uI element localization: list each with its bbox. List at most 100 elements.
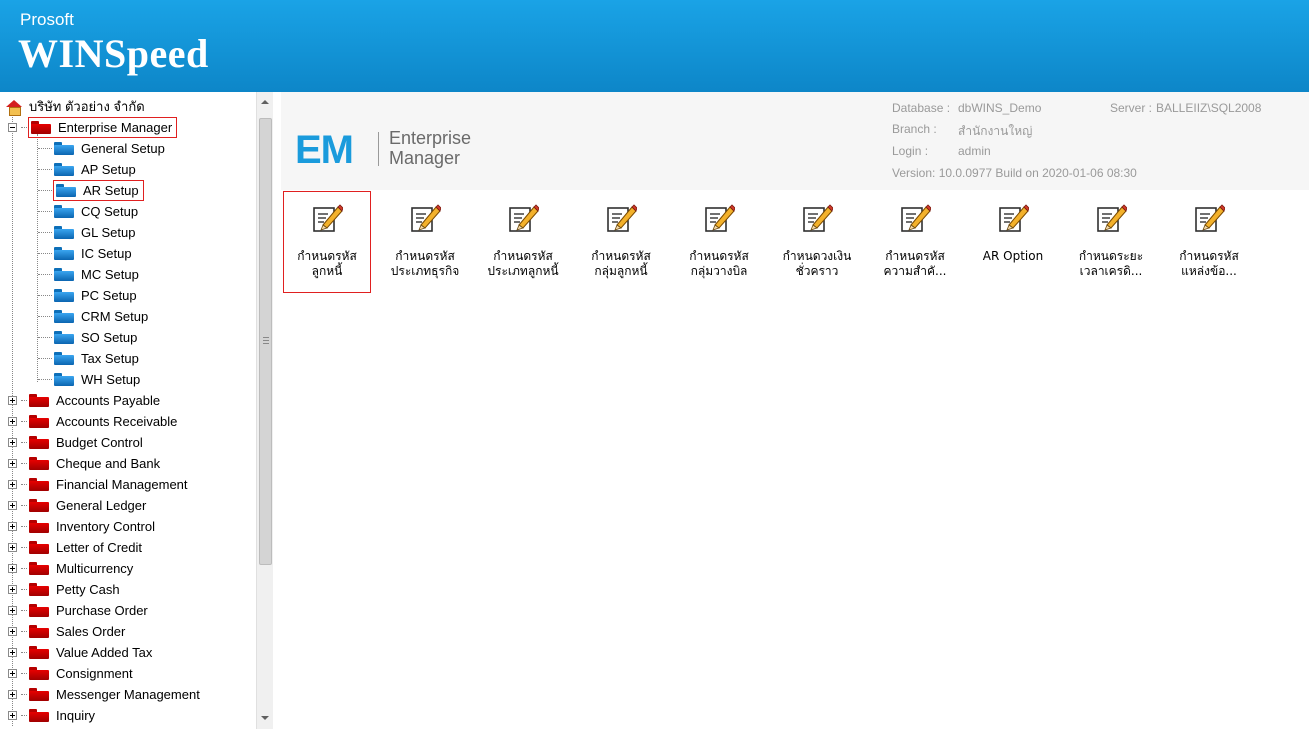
setup-tile[interactable]: กำหนดรหัส กลุ่มวางบิล	[676, 192, 762, 292]
tree-item-setup[interactable]: AP Setup	[38, 159, 139, 180]
expand-icon[interactable]	[8, 543, 17, 552]
tree-node-module[interactable]: Consignment	[8, 663, 136, 684]
selection-highlight: AR Setup	[53, 180, 144, 201]
expand-icon[interactable]	[8, 522, 17, 531]
expand-icon[interactable]	[8, 396, 17, 405]
tree-item-setup[interactable]: IC Setup	[38, 243, 135, 264]
expand-icon[interactable]	[8, 648, 17, 657]
tree-node-module[interactable]: Budget Control	[8, 432, 146, 453]
expand-icon[interactable]	[8, 606, 17, 615]
tile-label-line2: กลุ่มวางบิล	[690, 264, 748, 278]
tree-item-setup[interactable]: Tax Setup	[38, 348, 142, 369]
tree-node-label: Messenger Management	[56, 687, 200, 702]
setup-tile[interactable]: กำหนดรหัส ประเภทลูกหนี้	[480, 192, 566, 292]
tree-connector	[21, 694, 27, 695]
tree-node-label: Purchase Order	[56, 603, 148, 618]
tile-label-line1: กำหนดรหัส	[885, 249, 945, 263]
database-label: Database :	[892, 101, 951, 115]
tree-item-setup[interactable]: GL Setup	[38, 222, 138, 243]
tree-node-module[interactable]: Inventory Control	[8, 516, 158, 537]
expand-icon[interactable]	[8, 480, 17, 489]
expand-icon[interactable]	[8, 669, 17, 678]
setup-tile[interactable]: กำหนดรหัส แหล่งข้อ...	[1166, 192, 1252, 292]
collapse-icon[interactable]	[8, 123, 17, 132]
tree-node-enterprise-manager[interactable]: Enterprise Manager	[8, 117, 178, 138]
edit-document-pencil-icon	[1193, 202, 1226, 234]
folder-icon	[29, 688, 49, 701]
folder-icon	[54, 205, 74, 218]
tree-node-module[interactable]: Accounts Payable	[8, 390, 163, 411]
database-value: dbWINS_Demo	[958, 101, 1042, 115]
tree-item-setup[interactable]: MC Setup	[38, 264, 142, 285]
tree-node-module[interactable]: Purchase Order	[8, 600, 151, 621]
module-title-line1: Enterprise	[389, 128, 472, 148]
folder-icon	[29, 457, 49, 470]
tree-node-module[interactable]: Inquiry	[8, 705, 98, 726]
tree-connector	[21, 715, 27, 716]
tree-node-module[interactable]: Multicurrency	[8, 558, 136, 579]
tile-label: กำหนดรหัส แหล่งข้อ...	[1166, 249, 1252, 279]
expand-icon[interactable]	[8, 627, 17, 636]
tile-label: กำหนดรหัส กลุ่มลูกหนี้	[578, 249, 664, 279]
tree-node-module[interactable]: Petty Cash	[8, 579, 123, 600]
expand-icon[interactable]	[8, 501, 17, 510]
tile-label-line2: ความสำคั...	[883, 264, 947, 278]
edit-document-pencil-icon	[997, 202, 1030, 234]
tree-connector	[38, 295, 52, 296]
tree-item-setup[interactable]: PC Setup	[38, 285, 140, 306]
tree-node-module[interactable]: Financial Management	[8, 474, 191, 495]
expand-icon[interactable]	[8, 417, 17, 426]
tree-connector	[21, 652, 27, 653]
folder-icon	[29, 583, 49, 596]
tree-node-label: Consignment	[56, 666, 133, 681]
tree-connector	[21, 547, 27, 548]
setup-tile[interactable]: AR Option	[970, 192, 1056, 292]
brand-prosoft: Prosoft	[20, 10, 74, 29]
tree-node-module[interactable]: General Ledger	[8, 495, 149, 516]
tree-root[interactable]: บริษัท ตัวอย่าง จำกัด	[6, 96, 148, 117]
tree-item-setup[interactable]: CRM Setup	[38, 306, 151, 327]
tree-item-setup[interactable]: WH Setup	[38, 369, 143, 390]
expand-icon[interactable]	[8, 564, 17, 573]
folder-icon	[54, 352, 74, 365]
tree-node-label: Budget Control	[56, 435, 143, 450]
tree-node-module[interactable]: Value Added Tax	[8, 642, 155, 663]
setup-tile[interactable]: กำหนดรหัส กลุ่มลูกหนี้	[578, 192, 664, 292]
scroll-up-arrow-icon[interactable]	[261, 100, 269, 104]
sidebar-scrollbar[interactable]	[256, 92, 273, 729]
folder-icon	[29, 541, 49, 554]
tree-node-module[interactable]: Accounts Receivable	[8, 411, 180, 432]
branch-label: Branch :	[892, 122, 937, 136]
tree-connector	[21, 505, 27, 506]
expand-icon[interactable]	[8, 585, 17, 594]
tree-node-module[interactable]: Letter of Credit	[8, 537, 145, 558]
tree-item-setup[interactable]: CQ Setup	[38, 201, 141, 222]
scroll-thumb[interactable]	[259, 118, 272, 565]
tile-label: กำหนดระยะ เวลาเครดิ...	[1068, 249, 1154, 279]
expand-icon[interactable]	[8, 711, 17, 720]
setup-tile[interactable]: กำหนดรหัส ประเภทธุรกิจ	[382, 192, 468, 292]
folder-icon	[54, 268, 74, 281]
tree-node-module[interactable]: Messenger Management	[8, 684, 203, 705]
tree-node-module[interactable]: Sales Order	[8, 621, 128, 642]
tree-item-body: SO Setup	[54, 329, 140, 346]
setup-tile[interactable]: กำหนดระยะ เวลาเครดิ...	[1068, 192, 1154, 292]
expand-icon[interactable]	[8, 438, 17, 447]
tree-node-module[interactable]: Cheque and Bank	[8, 453, 163, 474]
tree-item-body: GL Setup	[54, 224, 138, 241]
tree-connector	[21, 127, 27, 128]
expand-icon[interactable]	[8, 459, 17, 468]
tree-item-body: IC Setup	[54, 245, 135, 262]
scroll-down-arrow-icon[interactable]	[261, 716, 269, 720]
setup-tile[interactable]: กำหนดรหัส ความสำคั...	[872, 192, 958, 292]
tree-item-setup[interactable]: AR Setup	[38, 180, 144, 201]
expand-icon[interactable]	[8, 690, 17, 699]
tree-item-setup[interactable]: SO Setup	[38, 327, 140, 348]
tree-node-label: Letter of Credit	[56, 540, 142, 555]
tree-item-body: PC Setup	[54, 287, 140, 304]
logo-divider	[378, 132, 379, 166]
tree-item-setup[interactable]: General Setup	[38, 138, 168, 159]
setup-tile[interactable]: กำหนดรหัส ลูกหนี้	[283, 191, 371, 293]
setup-tile[interactable]: กำหนดวงเงิน ชั่วคราว	[774, 192, 860, 292]
tile-label-line2: แหล่งข้อ...	[1181, 264, 1237, 278]
